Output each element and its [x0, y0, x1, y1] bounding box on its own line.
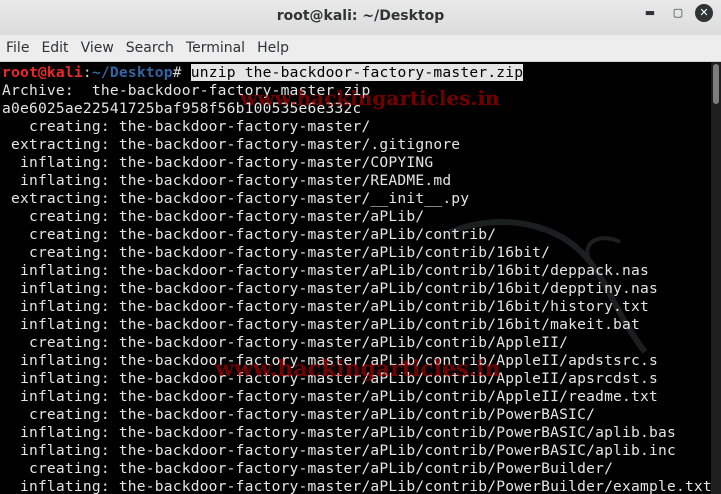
watermark-middle: www.hackingarticles.in	[215, 356, 501, 382]
output-line: extracting: the-backdoor-factory-master/…	[2, 136, 461, 153]
menu-help[interactable]: Help	[251, 40, 295, 56]
output-line: creating: the-backdoor-factory-master/aP…	[2, 226, 497, 243]
window-title: root@kali: ~/Desktop	[276, 8, 445, 24]
output-line: creating: the-backdoor-factory-master/aP…	[2, 244, 551, 261]
prompt-hash: #	[172, 64, 182, 81]
output-line: inflating: the-backdoor-factory-master/a…	[2, 478, 711, 494]
output-line: inflating: the-backdoor-factory-master/a…	[2, 298, 650, 315]
command-text: unzip the-backdoor-factory-master.zip	[190, 64, 524, 81]
output-line: inflating: the-backdoor-factory-master/a…	[2, 388, 658, 405]
prompt-path: ~/Desktop	[91, 64, 173, 81]
minimize-icon[interactable]: ▬	[639, 4, 661, 22]
output-line: creating: the-backdoor-factory-master/	[2, 118, 371, 135]
menu-search[interactable]: Search	[120, 40, 180, 56]
prompt-colon: :	[82, 64, 92, 81]
output-line: inflating: the-backdoor-factory-master/a…	[2, 316, 641, 333]
scrollbar-thumb[interactable]	[713, 64, 719, 104]
output-line: inflating: the-backdoor-factory-master/C…	[2, 154, 434, 171]
title-bar: root@kali: ~/Desktop ▬ ▢ ✕	[0, 0, 721, 36]
menu-terminal[interactable]: Terminal	[180, 40, 251, 56]
window-controls: ▬ ▢ ✕	[639, 4, 713, 22]
output-line: inflating: the-backdoor-factory-master/a…	[2, 442, 676, 459]
watermark-top: www.hackingarticles.in	[240, 86, 500, 110]
terminal-output[interactable]: root@kali:~/Desktop# unzip the-backdoor-…	[0, 62, 711, 494]
output-line: creating: the-backdoor-factory-master/aP…	[2, 334, 569, 351]
output-line: extracting: the-backdoor-factory-master/…	[2, 190, 470, 207]
output-line: creating: the-backdoor-factory-master/aP…	[2, 460, 614, 477]
output-line: inflating: the-backdoor-factory-master/R…	[2, 172, 452, 189]
output-line: inflating: the-backdoor-factory-master/a…	[2, 262, 650, 279]
prompt-user: root@kali	[2, 64, 83, 81]
menu-bar: File Edit View Search Terminal Help	[0, 35, 721, 62]
output-line: creating: the-backdoor-factory-master/aP…	[2, 406, 596, 423]
output-line: creating: the-backdoor-factory-master/aP…	[2, 208, 425, 225]
menu-view[interactable]: View	[75, 40, 120, 56]
prompt-line: root@kali:~/Desktop# unzip the-backdoor-…	[2, 64, 524, 82]
close-icon[interactable]: ✕	[695, 4, 713, 22]
maximize-icon[interactable]: ▢	[667, 4, 689, 22]
vertical-scrollbar[interactable]	[711, 62, 721, 494]
output-line: inflating: the-backdoor-factory-master/a…	[2, 280, 658, 297]
menu-edit[interactable]: Edit	[35, 40, 74, 56]
menu-file[interactable]: File	[0, 40, 35, 56]
output-line: inflating: the-backdoor-factory-master/a…	[2, 424, 676, 441]
